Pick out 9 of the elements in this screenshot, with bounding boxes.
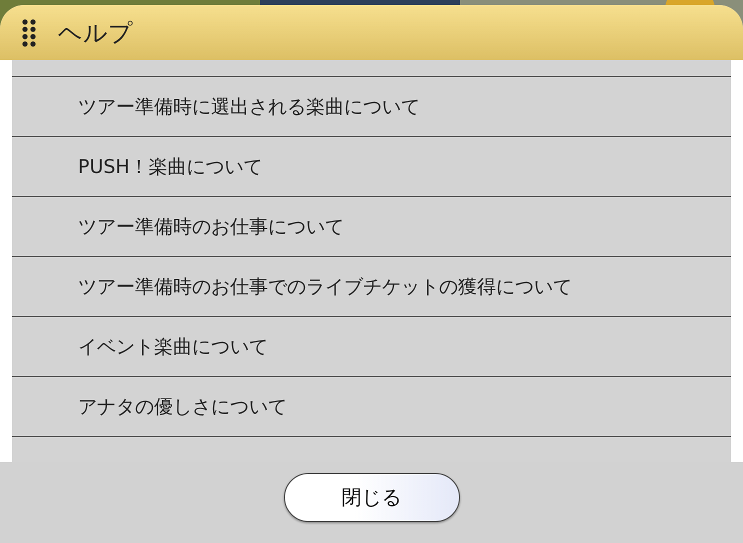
help-list-item[interactable]: ツアー準備時に選出される楽曲について bbox=[12, 77, 731, 137]
help-list-item[interactable]: ツアー準備時のお仕事でのライブチケットの獲得について bbox=[12, 257, 731, 317]
help-list-item[interactable]: PUSH！楽曲について bbox=[12, 137, 731, 197]
help-list-item[interactable]: イベント楽曲について bbox=[12, 317, 731, 377]
close-button[interactable]: 閉じる bbox=[284, 473, 460, 522]
help-list-item[interactable]: ツアー準備時のお仕事について bbox=[12, 197, 731, 257]
help-list-item[interactable]: アナタの優しさについて bbox=[12, 377, 731, 437]
dialog-title: ヘルプ bbox=[58, 18, 133, 48]
grip-icon[interactable] bbox=[22, 18, 36, 46]
